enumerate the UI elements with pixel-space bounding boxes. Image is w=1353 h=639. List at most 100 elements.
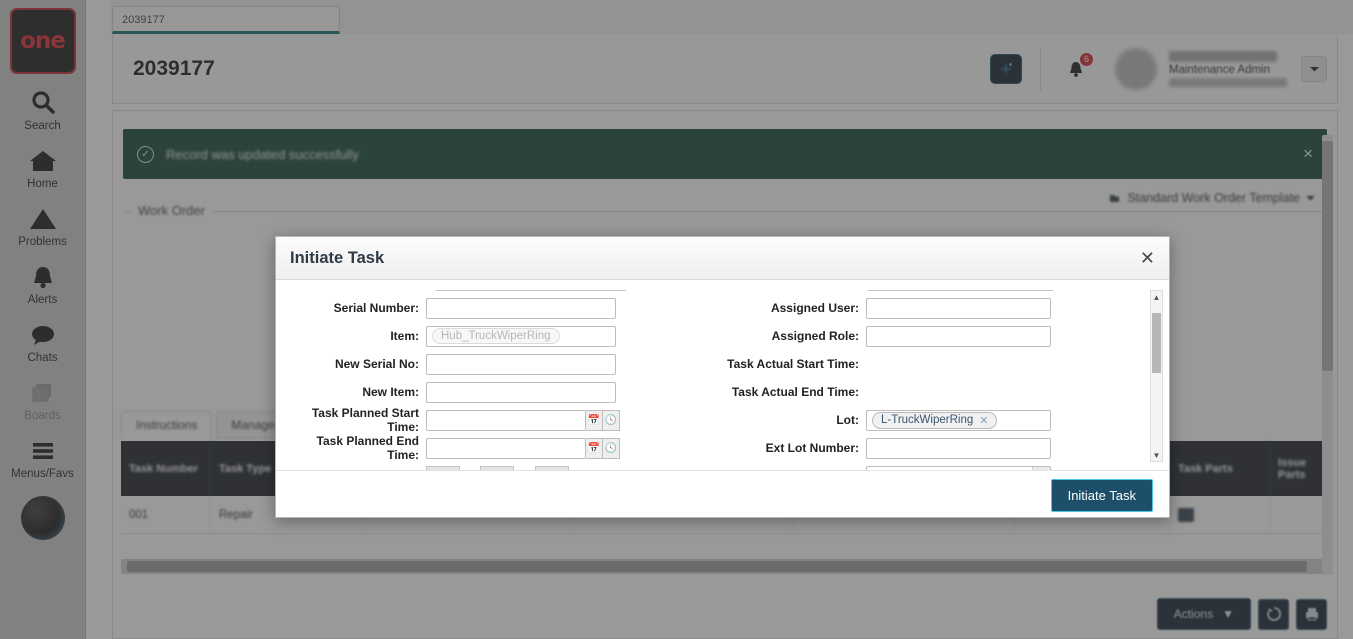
actions-button[interactable]: Actions ▼ (1157, 598, 1251, 630)
search-icon (29, 88, 57, 118)
print-icon[interactable] (1296, 599, 1327, 630)
field-label: New Item: (286, 385, 426, 399)
field-label: Assigned User: (722, 301, 866, 315)
field-assigned-role: Assigned Role: (722, 324, 1146, 348)
task-planned-end-time-input[interactable] (426, 438, 586, 459)
dialog-scrollbar[interactable]: ▲ ▼ (1150, 290, 1163, 462)
template-selector[interactable]: Standard Work Order Template (113, 179, 1337, 205)
assigned-user-input[interactable] (866, 298, 1051, 319)
new-serial-no-input[interactable] (426, 354, 616, 375)
section-title: Work Order (131, 203, 212, 218)
header-tools: 6 Maintenance Admin (990, 34, 1337, 103)
initiate-task-dialog: Initiate Task ✕ Serial Number: Item: Hub… (275, 236, 1170, 518)
field-label: Task Actual Effort: (286, 469, 426, 470)
sidebar-item-label: Search (24, 120, 60, 132)
lot-chip-label: L-TruckWiperRing (881, 414, 973, 426)
cell-task-number: 001 (121, 496, 211, 533)
user-name-redacted (1169, 51, 1277, 62)
assigned-role-input[interactable] (866, 326, 1051, 347)
field-label: Ext Lot Number: (722, 441, 866, 455)
user-role: Maintenance Admin (1169, 64, 1287, 76)
close-icon[interactable]: ✕ (1140, 249, 1155, 267)
field-label: Lot: (722, 413, 866, 427)
bell-icon (30, 262, 56, 292)
template-label: Standard Work Order Template (1127, 191, 1300, 205)
app-logo[interactable]: one (10, 8, 76, 74)
chevron-down-icon: ▼ (1032, 467, 1050, 471)
sub-tabs: Instructions Manage (121, 411, 290, 439)
remove-chip-icon[interactable]: ✕ (979, 414, 988, 427)
assistant-orb-icon[interactable] (21, 496, 65, 540)
ai-assistant-button[interactable] (990, 54, 1022, 84)
field-task-actual-start-time: Task Actual Start Time: (722, 352, 1146, 376)
notification-badge: 6 (1078, 51, 1095, 68)
tab-work-order[interactable]: 2039177 (112, 6, 340, 34)
right-field-column: Assigned User: Assigned Role: Task Actua… (706, 290, 1146, 470)
field-ext-lot-number: Ext Lot Number: (722, 436, 1146, 460)
cell-task-parts[interactable] (1170, 496, 1270, 533)
chevron-down-icon (1309, 65, 1320, 73)
sidebar-item-chats[interactable]: Chats (0, 320, 86, 364)
field-label: New Serial No: (286, 357, 426, 371)
header-divider (1040, 47, 1041, 91)
task-planned-start-time-input[interactable] (426, 410, 586, 431)
lot-chip: L-TruckWiperRing ✕ (872, 412, 997, 429)
ext-lot-number-input[interactable] (866, 438, 1051, 459)
success-banner: ✓ Record was updated successfully × (123, 129, 1327, 179)
tab-instructions[interactable]: Instructions (121, 411, 212, 439)
clock-icon[interactable]: 🕓 (603, 410, 620, 431)
sidebar-item-home[interactable]: Home (0, 146, 86, 190)
refresh-icon[interactable] (1258, 599, 1289, 630)
check-circle-icon: ✓ (137, 146, 154, 163)
column-header-issue-parts[interactable]: Issue Parts (1270, 441, 1325, 496)
parts-icon (1178, 508, 1194, 522)
calendar-icon[interactable]: 📅 (586, 410, 603, 431)
item-chip: Hub_TruckWiperRing (432, 328, 560, 344)
close-icon[interactable]: × (1303, 144, 1313, 164)
sidebar-item-search[interactable]: Search (0, 88, 86, 132)
reason-code-select[interactable]: ▼ (866, 466, 1051, 471)
scroll-up-icon[interactable]: ▲ (1151, 291, 1162, 303)
effort-hours-input[interactable] (480, 466, 514, 470)
avatar[interactable] (1115, 48, 1157, 90)
sidebar-item-alerts[interactable]: Alerts (0, 262, 86, 306)
column-header-task-number[interactable]: Task Number (121, 441, 211, 496)
app-root: one Search Home Problems Alerts (0, 0, 1353, 639)
column-header-task-parts[interactable]: Task Parts (1170, 441, 1270, 496)
dialog-scroll-thumb[interactable] (1152, 313, 1161, 373)
field-new-item: New Item: (286, 380, 706, 404)
user-org-redacted (1169, 78, 1287, 87)
cell-issue-parts[interactable] (1270, 496, 1325, 533)
logo-text: one (20, 28, 65, 54)
sidebar-item-menus-favs[interactable]: Menus/Favs (0, 436, 86, 480)
user-menu-button[interactable] (1301, 56, 1327, 82)
sidebar-item-label: Alerts (28, 294, 57, 306)
notifications-button[interactable]: 6 (1059, 52, 1093, 86)
sidebar-item-label: Boards (24, 410, 60, 422)
horizontal-scroll-thumb[interactable] (127, 561, 1307, 572)
field-label: Task Planned Start Time: (286, 406, 426, 434)
sidebar-item-label: Home (27, 178, 58, 190)
horizontal-scrollbar[interactable] (121, 559, 1325, 574)
actions-button-label: Actions (1174, 607, 1213, 621)
initiate-task-button[interactable]: Initiate Task (1051, 479, 1153, 512)
scroll-down-icon[interactable]: ▼ (1151, 449, 1162, 461)
clock-icon[interactable]: 🕓 (603, 438, 620, 459)
effort-days-input[interactable] (426, 466, 460, 470)
new-item-input[interactable] (426, 382, 616, 403)
sidebar-item-problems[interactable]: Problems (0, 204, 86, 248)
field-task-actual-effort: Task Actual Effort: D H M (286, 464, 706, 470)
serial-number-input[interactable] (426, 298, 616, 319)
vertical-scrollbar[interactable] (1322, 135, 1333, 575)
user-info[interactable]: Maintenance Admin (1169, 51, 1287, 87)
field-label: Reason Code: (722, 469, 866, 470)
field-label: Assigned Role: (722, 329, 866, 343)
calendar-icon[interactable]: 📅 (586, 438, 603, 459)
vertical-scroll-thumb (1322, 141, 1333, 371)
success-banner-message: Record was updated successfully (166, 147, 1303, 162)
lot-input[interactable]: L-TruckWiperRing ✕ (866, 410, 1051, 431)
field-task-planned-end-time: Task Planned End Time: 📅 🕓 (286, 436, 706, 460)
sidebar-item-boards[interactable]: Boards (0, 378, 86, 422)
effort-minutes-input[interactable] (535, 466, 569, 470)
sidebar-item-label: Problems (18, 236, 67, 248)
